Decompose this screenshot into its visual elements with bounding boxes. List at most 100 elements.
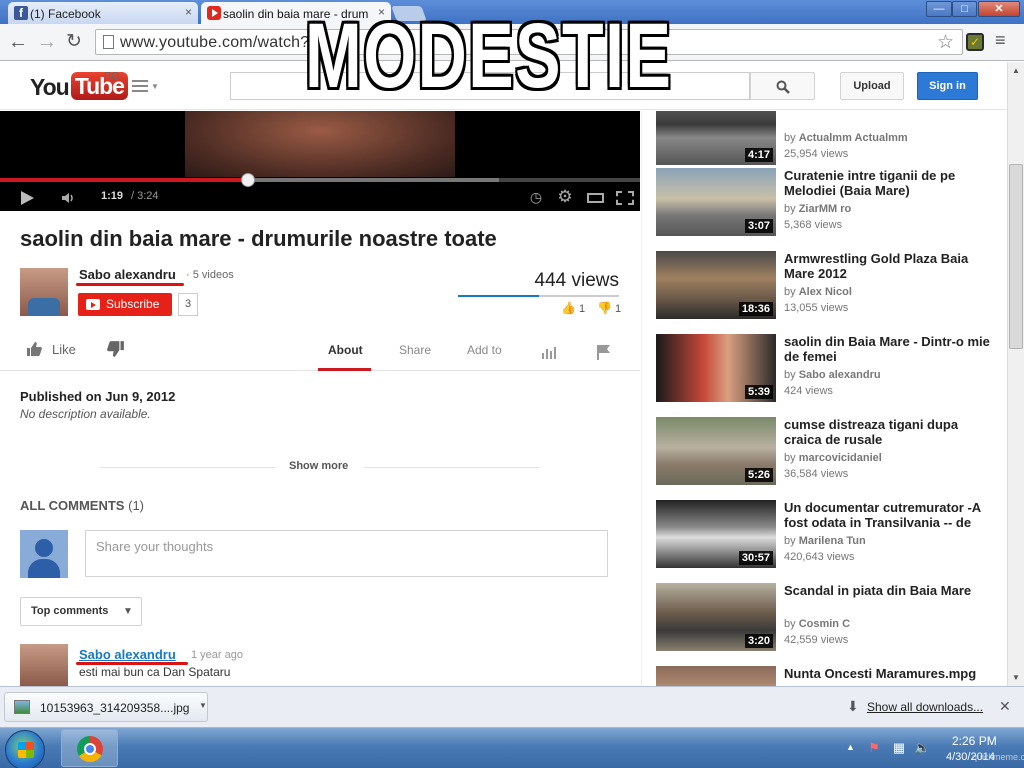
- clock-time[interactable]: 2:26 PM: [952, 734, 997, 748]
- like-button[interactable]: Like: [26, 341, 76, 357]
- volume-icon[interactable]: 🔈: [914, 740, 930, 756]
- related-video-item[interactable]: 3:20 Scandal in piata din Baia Mare by Cos…: [656, 583, 1001, 651]
- play-icon[interactable]: [21, 191, 34, 205]
- close-window-button[interactable]: ✕: [978, 1, 1020, 17]
- windows-logo-icon: [18, 742, 34, 758]
- related-video-item[interactable]: 18:36 Armwrestling Gold Plaza Baia Mare 2…: [656, 251, 1001, 319]
- action-center-flag-icon[interactable]: ⚑: [866, 740, 882, 756]
- divider: [100, 467, 275, 468]
- related-video-item[interactable]: 4:17 Maramures da teste la vamatare by Act…: [656, 111, 1001, 165]
- theater-mode-icon[interactable]: [585, 189, 605, 205]
- bookmark-star-icon[interactable]: ☆: [937, 31, 954, 54]
- show-more-button[interactable]: Show more: [289, 460, 348, 472]
- related-video-item[interactable]: 5:26 cumse distreaza tigani dupa craica d…: [656, 417, 1001, 485]
- related-video-title[interactable]: Maramures da teste la vamatare: [784, 111, 994, 112]
- related-video-title[interactable]: Curatenie intre tiganii de pe Melodiei (…: [784, 168, 994, 198]
- minimize-button[interactable]: —: [926, 1, 952, 17]
- video-thumbnail[interactable]: 3:07: [656, 168, 776, 236]
- related-video-channel: by Cosmin C: [784, 618, 851, 630]
- scroll-down-arrow-icon[interactable]: ▼: [1012, 673, 1020, 682]
- gear-icon[interactable]: ⚙: [557, 188, 573, 205]
- comment-input[interactable]: Share your thoughts: [85, 530, 608, 577]
- related-video-title[interactable]: Nunta Oncesti Maramures.mpg: [784, 666, 994, 681]
- video-thumbnail[interactable]: 5:26: [656, 417, 776, 485]
- progress-bar[interactable]: [0, 173, 640, 187]
- page-scrollbar[interactable]: ▲ ▼: [1007, 62, 1024, 686]
- channel-name[interactable]: Alex Nicol: [799, 286, 852, 298]
- video-thumbnail[interactable]: 4:17: [656, 111, 776, 165]
- tab-share[interactable]: Share: [399, 343, 431, 357]
- upload-button[interactable]: Upload: [840, 72, 904, 100]
- video-thumbnail[interactable]: 18:36: [656, 251, 776, 319]
- watch-later-icon[interactable]: ◷: [528, 189, 544, 205]
- fullscreen-icon[interactable]: [614, 189, 636, 205]
- owner-name-link[interactable]: Sabo alexandru: [79, 267, 176, 282]
- tab-about[interactable]: About: [328, 343, 363, 357]
- video-player[interactable]: 1:19 / 3:24 ◷ ⚙: [0, 111, 640, 211]
- show-hidden-icons-icon[interactable]: ▲: [846, 742, 855, 752]
- channel-name[interactable]: Cosmin C: [799, 618, 850, 630]
- tab-add-to[interactable]: Add to: [467, 343, 502, 357]
- comment-author-link[interactable]: Sabo alexandru: [79, 647, 176, 662]
- user-avatar: [20, 530, 68, 578]
- channel-name[interactable]: Marilena Tun: [799, 535, 866, 547]
- scrubber-handle[interactable]: [240, 173, 255, 187]
- channel-name[interactable]: ZiarMM ro: [799, 203, 852, 215]
- url-text[interactable]: www.youtube.com/watch?v: [120, 34, 318, 52]
- video-thumbnail[interactable]: 3:20: [656, 583, 776, 651]
- download-item[interactable]: 10153963_314209358....jpg ▼: [4, 692, 208, 722]
- reload-icon[interactable]: ↻: [66, 32, 82, 52]
- channel-name[interactable]: Actualmm Actualmm: [799, 132, 908, 144]
- related-video-item[interactable]: Nunta Oncesti Maramures.mpg: [656, 666, 1001, 686]
- related-video-title[interactable]: Armwrestling Gold Plaza Baia Mare 2012: [784, 251, 994, 281]
- extension-icon[interactable]: ✓: [966, 33, 984, 51]
- start-button[interactable]: [5, 730, 45, 768]
- video-frame[interactable]: [185, 111, 455, 177]
- chrome-taskbar-button[interactable]: [61, 729, 118, 767]
- video-duration: 5:39: [744, 385, 773, 399]
- comment-avatar[interactable]: [20, 644, 68, 686]
- maximize-button[interactable]: □: [952, 1, 977, 17]
- channel-name[interactable]: Sabo alexandru: [799, 369, 881, 381]
- back-arrow-icon[interactable]: ←: [8, 32, 28, 52]
- video-duration: 3:07: [744, 219, 773, 233]
- active-tab-indicator: [318, 368, 371, 371]
- comment-time[interactable]: 1 year ago: [191, 649, 243, 661]
- network-icon[interactable]: ▦: [891, 740, 907, 756]
- video-thumbnail[interactable]: [656, 666, 776, 686]
- video-count[interactable]: · 5 videos: [186, 269, 234, 281]
- search-button[interactable]: [750, 72, 815, 100]
- video-thumbnail[interactable]: 30:57: [656, 500, 776, 568]
- related-video-item[interactable]: 30:57 Un documentar cutremurator -A fost …: [656, 500, 1001, 568]
- dislike-count[interactable]: 👎 1: [597, 301, 621, 315]
- chevron-down-icon[interactable]: ▼: [199, 701, 207, 710]
- guide-caret-icon[interactable]: ▼: [151, 82, 159, 91]
- forward-arrow-icon[interactable]: →: [37, 32, 57, 52]
- related-video-item[interactable]: 3:07 Curatenie intre tiganii de pe Melodi…: [656, 168, 1001, 236]
- chrome-menu-icon[interactable]: ≡: [995, 30, 1006, 51]
- sign-in-button[interactable]: Sign in: [917, 72, 978, 100]
- related-video-title[interactable]: Scandal in piata din Baia Mare: [784, 583, 994, 598]
- video-thumbnail[interactable]: 5:39: [656, 334, 776, 402]
- owner-avatar[interactable]: [20, 268, 68, 316]
- show-all-downloads-link[interactable]: Show all downloads...: [867, 700, 983, 714]
- scroll-up-arrow-icon[interactable]: ▲: [1012, 66, 1020, 75]
- scrollbar-thumb[interactable]: [1009, 164, 1023, 349]
- like-count[interactable]: 👍 1: [561, 301, 585, 315]
- channel-name[interactable]: marcovicidaniel: [799, 452, 882, 464]
- tab-facebook[interactable]: f (1) Facebook ×: [8, 2, 198, 25]
- chevron-down-icon: ▼: [123, 606, 133, 617]
- related-video-title[interactable]: Un documentar cutremurator -A fost odata…: [784, 500, 994, 530]
- stats-icon[interactable]: [541, 345, 557, 359]
- thumbs-down-icon[interactable]: [107, 340, 125, 358]
- guide-icon[interactable]: [132, 80, 148, 92]
- flag-icon[interactable]: [596, 344, 612, 360]
- close-icon[interactable]: ✕: [999, 698, 1011, 715]
- related-video-title[interactable]: cumse distreaza tigani dupa craica de ru…: [784, 417, 994, 447]
- tab-close-icon[interactable]: ×: [185, 5, 192, 19]
- sort-comments-dropdown[interactable]: Top comments ▼: [20, 597, 142, 626]
- related-video-item[interactable]: 5:39 saolin din Baia Mare - Dintr-o mie d…: [656, 334, 1001, 402]
- related-video-title[interactable]: saolin din Baia Mare - Dintr-o mie de fe…: [784, 334, 994, 364]
- volume-icon[interactable]: [61, 190, 77, 206]
- subscribe-button[interactable]: Subscribe: [78, 293, 172, 316]
